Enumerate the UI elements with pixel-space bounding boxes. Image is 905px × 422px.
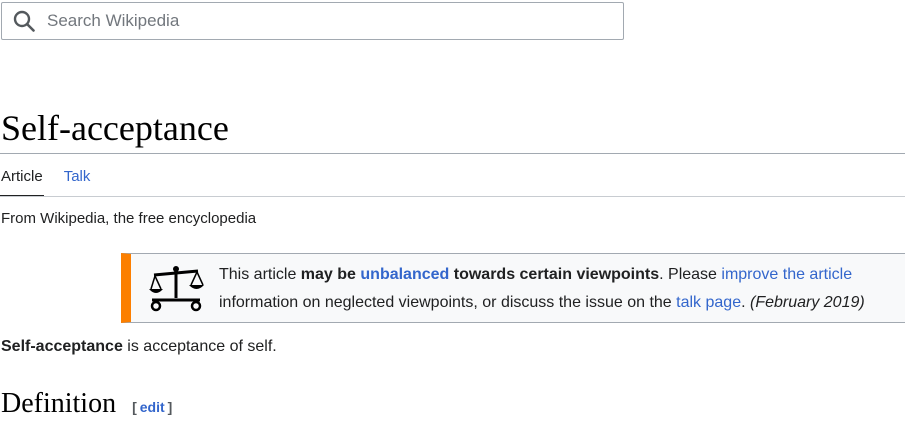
search-icon (13, 10, 35, 32)
notice-text-4: . (741, 294, 750, 311)
notice-line-2: information on neglected viewpoints, or … (219, 289, 905, 317)
section-heading-definition: Definition [edit] (1, 386, 172, 422)
tab-article[interactable]: Article (0, 166, 44, 197)
notice-bold-1: may be (300, 266, 361, 283)
notice-text-1: This article (219, 266, 301, 283)
site-tagline: From Wikipedia, the free encyclopedia (1, 210, 257, 227)
edit-section: [edit] (132, 399, 172, 415)
notice-text: This article may be unbalanced towards c… (219, 261, 905, 317)
notice-date: (February 2019) (749, 294, 865, 311)
improve-article-link[interactable]: improve the article (721, 266, 852, 283)
edit-section-link[interactable]: edit (137, 399, 168, 415)
lead-paragraph: Self-acceptance is acceptance of self. (1, 336, 277, 358)
unbalanced-notice: This article may be unbalanced towards c… (121, 253, 905, 323)
title-divider (0, 153, 905, 154)
tab-talk[interactable]: Talk (63, 166, 92, 197)
wikipedia-page: Self-acceptance Article Talk From Wikipe… (0, 0, 905, 422)
page-tabs: Article Talk (0, 166, 110, 197)
talk-page-link[interactable]: talk page (676, 294, 741, 311)
notice-text-3: information on neglected viewpoints, or … (219, 294, 677, 311)
notice-line-1: This article may be unbalanced towards c… (219, 261, 905, 289)
search-input[interactable] (47, 6, 623, 36)
lead-bold-term: Self-acceptance (1, 338, 123, 355)
tabs-divider (0, 196, 905, 197)
page-title: Self-acceptance (1, 108, 229, 148)
edit-bracket-close: ] (167, 399, 173, 415)
scales-icon (148, 264, 204, 314)
search-box[interactable] (1, 2, 624, 40)
unbalanced-link[interactable]: unbalanced (360, 266, 449, 283)
notice-bold-2: towards certain viewpoints (449, 266, 660, 283)
lead-text: is acceptance of self. (122, 338, 277, 355)
section-heading-text: Definition (1, 388, 117, 419)
notice-text-2: . Please (659, 266, 722, 283)
